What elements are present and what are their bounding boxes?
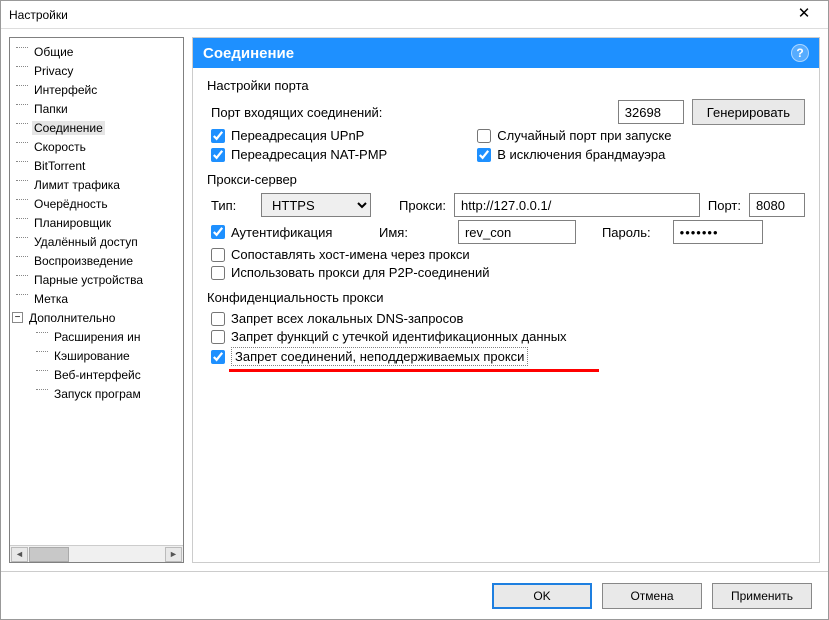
tree-item-paired[interactable]: Парные устройства (10, 270, 183, 289)
proxy-user-label: Имя: (379, 225, 408, 240)
incoming-port-label: Порт входящих соединений: (211, 105, 382, 120)
scroll-right-icon[interactable]: ► (165, 547, 182, 562)
firewall-checkbox[interactable]: В исключения брандмауэра (477, 147, 671, 162)
dns-block-checkbox[interactable]: Запрет всех локальных DNS-запросов (211, 311, 463, 326)
group-privacy-legend: Конфиденциальность прокси (207, 290, 805, 305)
proxy-type-select[interactable]: HTTPS (261, 193, 371, 217)
settings-window: Настройки ✕ Общие Privacy Интерфейс Папк… (0, 0, 829, 620)
noproxy-block-checkbox[interactable]: Запрет соединений, неподдерживаемых прок… (211, 347, 528, 366)
tree-h-scrollbar[interactable]: ◄ ► (10, 545, 183, 562)
proxy-p2p-checkbox[interactable]: Использовать прокси для P2P-соединений (211, 265, 489, 280)
dialog-body: Общие Privacy Интерфейс Папки Соединение… (1, 29, 828, 571)
group-proxy-privacy: Конфиденциальность прокси Запрет всех ло… (207, 290, 805, 372)
tree-item-speed[interactable]: Скорость (10, 137, 183, 156)
panel-header: Соединение ? (193, 38, 819, 68)
apply-button[interactable]: Применить (712, 583, 812, 609)
upnp-checkbox[interactable]: Переадресация UPnP (211, 128, 387, 143)
cancel-button[interactable]: Отмена (602, 583, 702, 609)
tree-item-connection[interactable]: Соединение (10, 118, 183, 137)
proxy-pass-label: Пароль: (602, 225, 651, 240)
leak-block-checkbox[interactable]: Запрет функций с утечкой идентификационн… (211, 329, 567, 344)
group-proxy: Прокси-сервер Тип: HTTPS Прокси: Порт: А (207, 172, 805, 280)
tree-item-label[interactable]: Метка (10, 289, 183, 308)
incoming-port-input[interactable] (618, 100, 684, 124)
tree-sub-extensions[interactable]: Расширения ин (10, 327, 183, 346)
help-icon[interactable]: ? (791, 44, 809, 62)
proxy-host-input[interactable] (454, 193, 700, 217)
scroll-thumb[interactable] (29, 547, 69, 562)
proxy-pass-input[interactable] (673, 220, 763, 244)
tree-sub-cache[interactable]: Кэширование (10, 346, 183, 365)
tree-item-queue[interactable]: Очерёдность (10, 194, 183, 213)
settings-panel: Соединение ? Настройки порта Порт входящ… (192, 37, 820, 563)
dialog-footer: OK Отмена Применить (1, 571, 828, 619)
tree-item-interface[interactable]: Интерфейс (10, 80, 183, 99)
close-button[interactable]: ✕ (788, 5, 820, 25)
tree-item-traffic-limit[interactable]: Лимит трафика (10, 175, 183, 194)
panel-title: Соединение (203, 45, 294, 62)
tree-item-bittorrent[interactable]: BitTorrent (10, 156, 183, 175)
proxy-host-label: Прокси: (399, 198, 446, 213)
tree-sub-webui[interactable]: Веб-интерфейс (10, 365, 183, 384)
tree-item-remote[interactable]: Удалённый доступ (10, 232, 183, 251)
proxy-resolve-checkbox[interactable]: Сопоставлять хост-имена через прокси (211, 247, 470, 262)
titlebar: Настройки ✕ (1, 1, 828, 29)
natpmp-checkbox[interactable]: Переадресация NAT-PMP (211, 147, 387, 162)
tree-item-general[interactable]: Общие (10, 42, 183, 61)
tree-item-privacy[interactable]: Privacy (10, 61, 183, 80)
tree-sub-runprog[interactable]: Запуск програм (10, 384, 183, 403)
group-port-legend: Настройки порта (207, 78, 805, 93)
tree-item-scheduler[interactable]: Планировщик (10, 213, 183, 232)
tree-item-folders[interactable]: Папки (10, 99, 183, 118)
random-port-checkbox[interactable]: Случайный порт при запуске (477, 128, 671, 143)
proxy-type-label: Тип: (211, 198, 253, 213)
tree-item-playback[interactable]: Воспроизведение (10, 251, 183, 270)
group-port: Настройки порта Порт входящих соединений… (207, 78, 805, 162)
proxy-port-input[interactable] (749, 193, 805, 217)
proxy-port-label: Порт: (708, 198, 741, 213)
tree-item-advanced[interactable]: − Дополнительно (10, 308, 183, 327)
proxy-user-input[interactable] (458, 220, 576, 244)
panel-body: Настройки порта Порт входящих соединений… (193, 68, 819, 562)
group-proxy-legend: Прокси-сервер (207, 172, 805, 187)
scroll-left-icon[interactable]: ◄ (11, 547, 28, 562)
highlight-underline (229, 369, 599, 372)
proxy-auth-checkbox[interactable]: Аутентификация (211, 225, 371, 240)
generate-port-button[interactable]: Генерировать (692, 99, 805, 125)
ok-button[interactable]: OK (492, 583, 592, 609)
tree-list: Общие Privacy Интерфейс Папки Соединение… (10, 38, 183, 545)
window-title: Настройки (9, 8, 68, 22)
collapse-icon[interactable]: − (12, 312, 23, 323)
nav-tree: Общие Privacy Интерфейс Папки Соединение… (9, 37, 184, 563)
